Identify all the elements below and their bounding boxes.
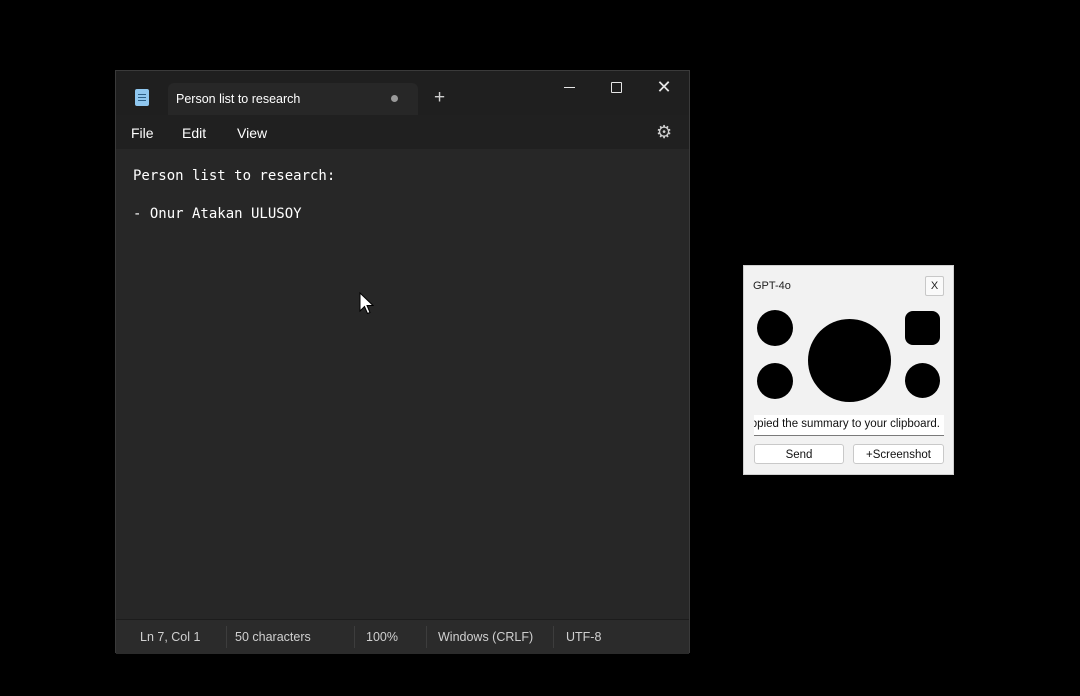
menu-bar: File Edit View ⚙: [116, 115, 689, 149]
settings-gear-icon[interactable]: ⚙: [656, 122, 672, 143]
notepad-app-icon: [135, 89, 149, 106]
maximize-icon: [610, 81, 622, 93]
gpt-widget: GPT-4o X opied the summary to your clipb…: [743, 265, 954, 475]
stop-icon[interactable]: [905, 311, 940, 345]
maximize-button[interactable]: [593, 77, 639, 97]
unsaved-dot-icon[interactable]: [391, 95, 398, 102]
status-zoom[interactable]: 100%: [366, 630, 398, 644]
tab-person-list[interactable]: Person list to research: [168, 83, 418, 115]
response-output-field[interactable]: opied the summary to your clipboard.: [754, 415, 944, 436]
indicator-dot-bottom-left: [757, 363, 793, 399]
status-separator: [354, 626, 355, 648]
new-tab-button[interactable]: +: [434, 87, 445, 109]
title-bar[interactable]: Person list to research + ✕: [116, 71, 689, 115]
indicator-dot-top-left: [757, 310, 793, 346]
minimize-button[interactable]: [546, 77, 592, 97]
mouse-pointer-icon: [359, 292, 374, 315]
response-text: opied the summary to your clipboard.: [754, 418, 940, 430]
text-editor[interactable]: Person list to research: - Onur Atakan U…: [116, 149, 689, 619]
screenshot-button[interactable]: +Screenshot: [853, 444, 944, 464]
text-line-3: - Onur Atakan ULUSOY: [133, 206, 302, 222]
widget-title: GPT-4o: [753, 280, 791, 292]
voice-orb-icon[interactable]: [808, 319, 891, 402]
notepad-window: Person list to research + ✕ File Edit Vi…: [115, 70, 690, 654]
minimize-icon: [563, 86, 575, 88]
status-separator: [226, 626, 227, 648]
indicator-dot-bottom-right: [905, 363, 940, 398]
tab-title: Person list to research: [176, 92, 301, 106]
text-line-1: Person list to research:: [133, 168, 336, 184]
status-separator: [553, 626, 554, 648]
menu-view[interactable]: View: [237, 125, 267, 141]
status-characters: 50 characters: [235, 630, 311, 644]
status-line-ending[interactable]: Windows (CRLF): [438, 630, 533, 644]
close-button[interactable]: ✕: [641, 77, 687, 97]
menu-edit[interactable]: Edit: [182, 125, 206, 141]
status-bar: Ln 7, Col 1 50 characters 100% Windows (…: [116, 619, 689, 654]
send-button[interactable]: Send: [754, 444, 844, 464]
status-position[interactable]: Ln 7, Col 1: [140, 630, 200, 644]
widget-close-button[interactable]: X: [925, 276, 944, 296]
status-encoding[interactable]: UTF-8: [566, 630, 601, 644]
menu-file[interactable]: File: [131, 125, 154, 141]
status-separator: [426, 626, 427, 648]
